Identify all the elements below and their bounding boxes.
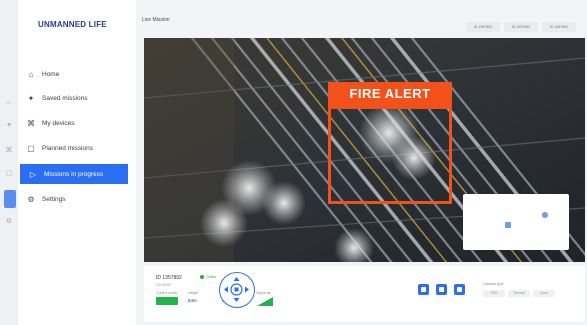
- camera-type-selector: RGB Thermal Zoom: [483, 290, 555, 297]
- camera-type-label: Camera type: [483, 282, 504, 286]
- gear-icon[interactable]: ⚙: [5, 218, 13, 226]
- sidebar-item-my-devices[interactable]: ⌘ My devices: [18, 113, 128, 133]
- devices-icon[interactable]: ⌘: [5, 147, 13, 155]
- calendar-icon: ▢: [27, 143, 35, 153]
- target-marker-icon: [542, 212, 548, 218]
- home-icon: ⌂: [28, 69, 34, 79]
- signal-strength-icon: [257, 297, 273, 306]
- drone-model: DJI M300: [156, 283, 171, 287]
- fire-alert-box: [328, 106, 452, 204]
- control-button-3[interactable]: [454, 284, 465, 295]
- camera-option[interactable]: Thermal: [508, 290, 530, 297]
- sidebar-item-label: Saved missions: [42, 94, 88, 102]
- saved-missions-icon: ✦: [27, 93, 35, 103]
- drone-id: ID 1357892: [156, 275, 182, 281]
- control-mode-toggle[interactable]: [156, 297, 178, 305]
- sidebar-item-label: My devices: [42, 119, 75, 127]
- home-icon[interactable]: ⌂: [5, 99, 13, 107]
- drone-marker-icon: [505, 222, 511, 228]
- sidebar-item-settings[interactable]: ⚙ Settings: [18, 189, 128, 209]
- view-button-group: ID 1357892 ID 1357892 ID 1357892: [466, 22, 576, 32]
- view-button[interactable]: ID 1357892: [466, 22, 500, 32]
- saved-missions-icon[interactable]: ✦: [5, 122, 13, 130]
- sidebar-item-home[interactable]: ⌂ Home: [18, 64, 128, 84]
- metric-signal: Signal str.: [256, 291, 290, 295]
- view-button[interactable]: ID 1357892: [542, 22, 576, 32]
- sidebar-item-planned-missions[interactable]: ▢ Planned missions: [18, 138, 128, 158]
- status-badge: Online: [200, 275, 216, 279]
- control-button-2[interactable]: [436, 284, 447, 295]
- minimap[interactable]: [463, 194, 569, 250]
- sidebar-item-missions-in-progress[interactable]: ▷ Missions in progress: [20, 164, 128, 184]
- direction-joystick[interactable]: [219, 272, 255, 308]
- sidebar-item-label: Missions in progress: [44, 170, 104, 178]
- breadcrumb: Live Mission: [142, 17, 170, 23]
- icon-rail: ⌂ ✦ ⌘ ▢ ⚙: [0, 0, 18, 325]
- metric-control-mode: Control mode: [156, 291, 190, 295]
- sidebar-item-label: Home: [42, 70, 60, 78]
- view-button[interactable]: ID 1357892: [504, 22, 538, 32]
- metric-label: Height: [188, 291, 199, 295]
- sidebar: UNMANNED LIFE ⌂ Home ✦ Saved missions ⌘ …: [18, 0, 136, 325]
- camera-option[interactable]: RGB: [483, 290, 505, 297]
- fire-alert-label: FIRE ALERT: [328, 82, 452, 106]
- app-window: ⌂ ✦ ⌘ ▢ ⚙ UNMANNED LIFE ⌂ Home ✦ Saved m…: [0, 0, 587, 325]
- metric-label: Signal str.: [256, 291, 272, 295]
- metric-value: 54m: [188, 298, 197, 303]
- gear-icon: ⚙: [27, 194, 35, 204]
- sidebar-item-saved-missions[interactable]: ✦ Saved missions: [18, 88, 128, 108]
- calendar-icon[interactable]: ▢: [5, 170, 13, 178]
- metric-height: Height 54m: [188, 291, 222, 303]
- sidebar-item-label: Planned missions: [42, 144, 93, 152]
- camera-option[interactable]: Zoom: [533, 290, 555, 297]
- play-icon: ▷: [29, 169, 37, 179]
- sidebar-item-label: Settings: [42, 195, 66, 203]
- control-button-1[interactable]: [418, 284, 429, 295]
- dpad-icon: [224, 277, 249, 302]
- metric-label: Control mode: [156, 291, 178, 295]
- play-icon[interactable]: [4, 190, 16, 208]
- brand-logo: UNMANNED LIFE: [38, 20, 107, 29]
- devices-icon: ⌘: [27, 118, 35, 128]
